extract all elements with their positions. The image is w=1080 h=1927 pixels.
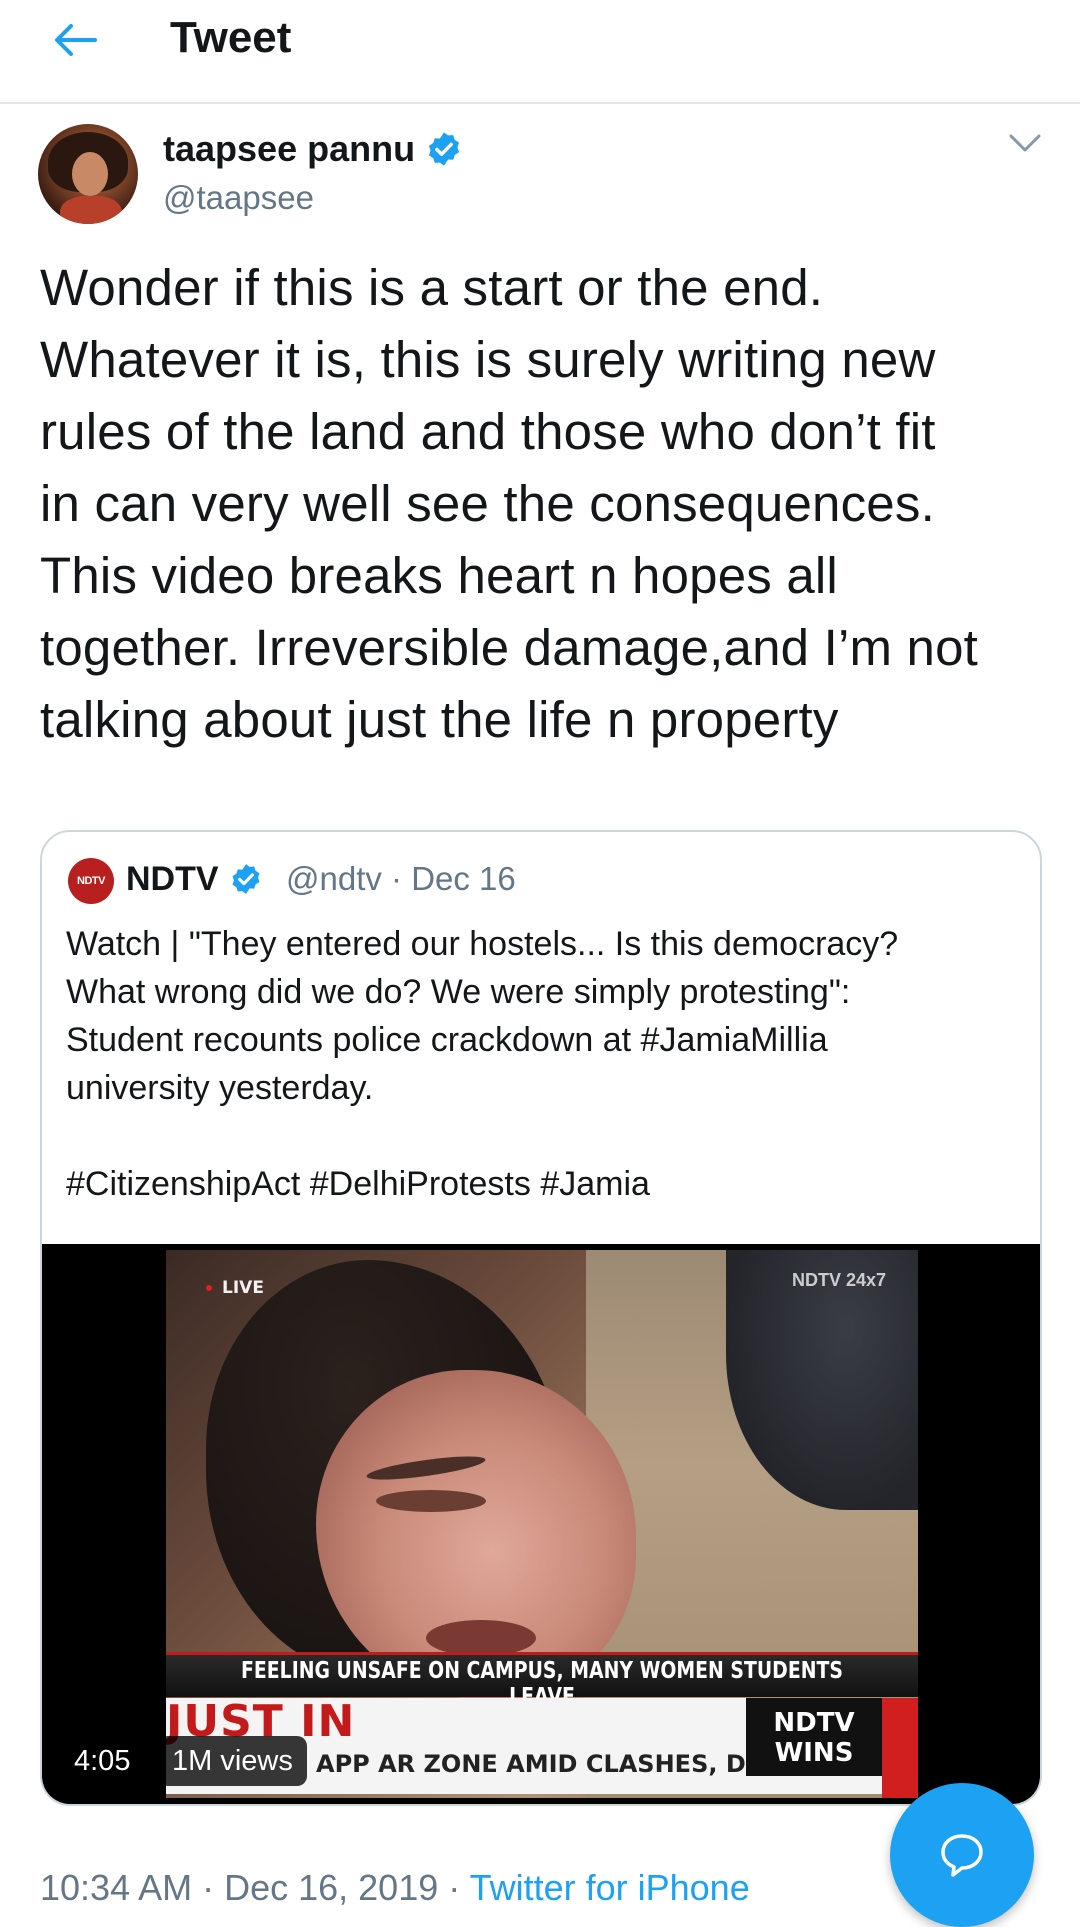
quoted-avatar: NDTV [68, 858, 114, 904]
speech-bubble-icon [941, 1834, 983, 1877]
top-app-bar: Tweet [0, 0, 1080, 104]
news-crawl: APP AR ZONE AMID CLASHES, DETAIL [316, 1750, 820, 1778]
tweet-meta: 10:34 AM · Dec 16, 2019 · Twitter for iP… [40, 1864, 750, 1912]
quoted-tweet-text: Watch | "They entered our hostels... Is … [66, 925, 899, 1203]
video-player[interactable]: LIVE NDTV 24x7 FEELING UNSAFE ON CAMPUS,… [42, 1244, 1040, 1804]
arrow-left-icon [55, 24, 97, 56]
author-handle[interactable]: @taapsee [163, 176, 314, 220]
tweet-options-button[interactable] [1005, 126, 1045, 162]
chevron-down-icon [1009, 134, 1041, 152]
quoted-handle-date: @ndtv · Dec 16 [286, 860, 516, 897]
video-duration: 4:05 [60, 1736, 145, 1786]
page-title: Tweet [170, 13, 292, 62]
tweet-source-link[interactable]: Twitter for iPhone [470, 1867, 750, 1908]
reply-fab-button[interactable] [890, 1783, 1034, 1927]
video-views: 1M views [158, 1736, 307, 1786]
author-name: taapsee pannu [163, 128, 416, 169]
tweet-text: Wonder if this is a start or the end. Wh… [40, 259, 979, 748]
back-button[interactable] [46, 14, 104, 66]
quoted-author-name: NDTV [126, 860, 219, 898]
quoted-author-row: NDTV [126, 856, 263, 902]
channel-bug: NDTV 24x7 [791, 1270, 886, 1290]
live-label: LIVE [206, 1278, 264, 1298]
verified-badge-icon [429, 132, 460, 166]
avatar[interactable] [38, 124, 138, 224]
video-frame: LIVE NDTV 24x7 FEELING UNSAFE ON CAMPUS,… [166, 1250, 918, 1798]
quoted-tweet-card[interactable]: NDTV NDTV @ndtv · Dec 16 Watch | "They e… [40, 830, 1042, 1806]
author-name-row[interactable]: taapsee pannu [163, 126, 463, 172]
verified-badge-icon [232, 864, 260, 894]
tweet-timestamp: 10:34 AM · Dec 16, 2019 · [40, 1867, 470, 1908]
ndtv-wins-logo: NDTV WINS [746, 1698, 882, 1776]
